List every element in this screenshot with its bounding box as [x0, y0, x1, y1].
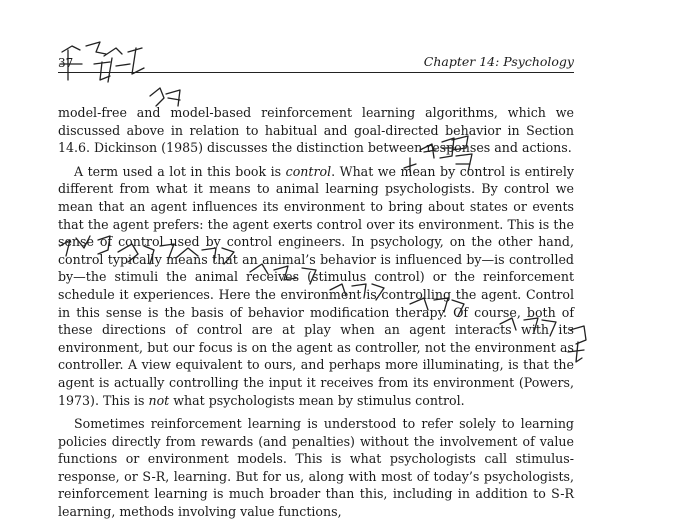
emphasis-not: not — [148, 392, 170, 408]
paragraph-text: . What we mean by control is entirely di… — [58, 163, 574, 408]
paragraph-text: what psychologists mean by stimulus cont… — [169, 392, 465, 408]
handwritten-note-top-left — [59, 41, 181, 107]
emphasis-control: control — [285, 163, 332, 179]
page-number: 37 — [58, 56, 74, 70]
paragraph-text: A term used a lot in this book is — [74, 163, 286, 179]
paragraph-reinforcement: Sometimes reinforcement learning is unde… — [58, 415, 574, 521]
running-head: Chapter 14: Psychology — [423, 54, 574, 69]
body-text: model-free and model-based reinforcement… — [58, 104, 574, 521]
paragraph-continuation: model-free and model-based reinforcement… — [58, 104, 574, 157]
paragraph-text: Sometimes reinforcement learning is unde… — [58, 416, 574, 520]
paragraph-control: A term used a lot in this book is contro… — [58, 163, 574, 409]
header-rule — [58, 72, 574, 73]
paragraph-text: model-free and model-based reinforcement… — [58, 105, 574, 156]
